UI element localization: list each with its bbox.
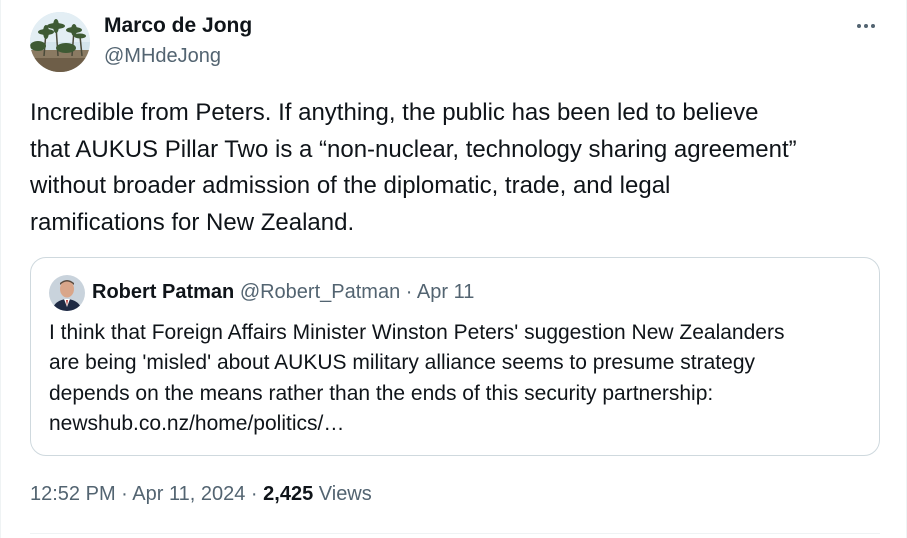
meta-separator: · (250, 483, 258, 505)
tweet-meta: 12:52 PM · Apr 11, 2024 · 2,425 Views (30, 483, 372, 506)
quoted-author-handle[interactable]: @Robert_Patman (240, 281, 400, 303)
tweet-text-line: ramifications for New Zealand. (30, 208, 355, 236)
author-name[interactable]: Marco de Jong (104, 14, 252, 38)
quoted-header: Robert Patman @Robert_Patman · Apr 11 (92, 281, 474, 304)
quoted-tweet[interactable]: Robert Patman @Robert_Patman · Apr 11 I … (30, 257, 880, 456)
quoted-text: I think that Foreign Affairs Minister Wi… (49, 318, 869, 439)
palm-beach-avatar-image (30, 12, 90, 72)
tweet: Marco de Jong @MHdeJong Incredible from … (0, 0, 907, 538)
author-avatar[interactable] (30, 12, 90, 72)
more-horizontal-icon (857, 24, 875, 28)
views-count: 2,425 (263, 483, 314, 505)
tweet-date[interactable]: Apr 11, 2024 (132, 483, 245, 505)
quoted-author-name[interactable]: Robert Patman (92, 281, 234, 303)
quoted-text-line: depends on the means rather than the end… (49, 381, 714, 405)
quoted-text-line: newshub.co.nz/home/politics/… (49, 411, 345, 435)
quoted-text-line: I think that Foreign Affairs Minister Wi… (49, 321, 785, 344)
tweet-time[interactable]: 12:52 PM (30, 483, 116, 505)
tweet-text-line: Incredible from Peters. If anything, the… (30, 99, 759, 126)
views-label: Views (318, 483, 372, 505)
quoted-separator: · (405, 281, 413, 303)
portrait-avatar-image (49, 275, 85, 311)
tweet-text: Incredible from Peters. If anything, the… (30, 95, 890, 241)
meta-separator: · (121, 483, 128, 505)
tweet-text-line: that AUKUS Pillar Two is a “non-nuclear,… (30, 135, 797, 163)
tweet-text-line: without broader admission of the diploma… (30, 172, 671, 199)
quoted-author-avatar[interactable] (49, 275, 85, 311)
quoted-text-line: are being 'misled' about AUKUS military … (49, 351, 756, 375)
quoted-date[interactable]: Apr 11 (417, 281, 474, 303)
divider (30, 533, 880, 534)
more-options-button[interactable] (852, 14, 880, 38)
author-handle[interactable]: @MHdeJong (104, 45, 221, 68)
